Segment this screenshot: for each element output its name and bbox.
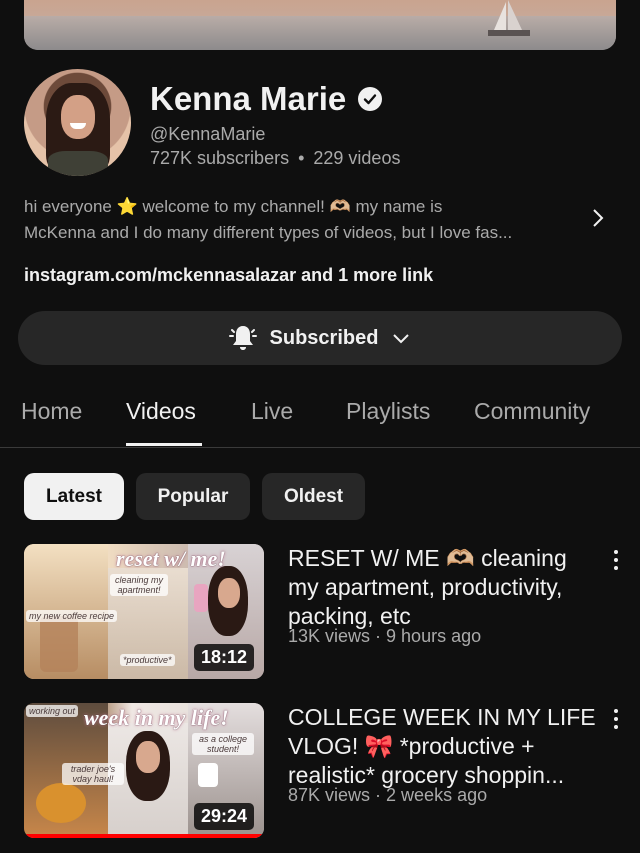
more-options-icon[interactable] <box>610 709 622 735</box>
video-title[interactable]: COLLEGE WEEK IN MY LIFE VLOG! 🎀 *product… <box>288 703 598 790</box>
channel-avatar[interactable] <box>24 69 131 176</box>
thumbnail-tag: my new coffee recipe <box>26 610 118 622</box>
thumbnail-tag: trader joe's vday haul! <box>62 763 124 785</box>
channel-banner[interactable] <box>24 0 616 50</box>
thumbnail-tag: cleaning my apartment! <box>110 574 168 596</box>
thumbnail-title: week in my life! <box>84 705 229 730</box>
stats-separator: • <box>298 148 305 168</box>
more-options-icon[interactable] <box>610 550 622 576</box>
video-meta: 87K views · 2 weeks ago <box>288 785 488 805</box>
description-line-1: hi everyone ⭐ welcome to my channel! 🫶🏼 … <box>24 197 443 216</box>
active-tab-indicator <box>126 443 202 446</box>
tab-videos[interactable]: Videos <box>126 398 196 425</box>
video-title[interactable]: RESET W/ ME 🫶🏼 cleaning my apartment, pr… <box>288 544 588 631</box>
tab-community[interactable]: Community <box>474 398 590 425</box>
channel-handle: @KennaMarie <box>150 124 266 144</box>
description-line-2: McKenna and I do many different types of… <box>24 223 513 242</box>
filter-oldest[interactable]: Oldest <box>262 473 365 520</box>
channel-links[interactable]: instagram.com/mckennasalazar and 1 more … <box>24 265 433 286</box>
thumbnail-tag: working out <box>26 705 79 717</box>
subscribed-button[interactable]: Subscribed <box>18 311 622 365</box>
verified-badge-icon <box>358 87 383 111</box>
chevron-down-icon <box>393 334 410 344</box>
thumbnail-title: reset w/ me! <box>116 546 226 571</box>
video-count: 229 videos <box>313 148 401 168</box>
video-duration: 29:24 <box>193 803 254 830</box>
tab-home[interactable]: Home <box>21 398 82 425</box>
video-item[interactable]: reset w/ me! cleaning my apartment! my n… <box>0 544 640 682</box>
video-meta: 13K views · 9 hours ago <box>288 626 482 646</box>
video-thumbnail[interactable]: reset w/ me! cleaning my apartment! my n… <box>24 544 264 679</box>
subscribed-label: Subscribed <box>269 326 379 349</box>
filter-popular[interactable]: Popular <box>136 473 250 520</box>
thumbnail-tag: *productive* <box>120 654 175 666</box>
channel-description[interactable]: hi everyone ⭐ welcome to my channel! 🫶🏼 … <box>24 194 584 246</box>
bell-icon <box>228 326 257 350</box>
channel-name-row: Kenna Marie <box>150 80 383 118</box>
thumbnail-tag: as a college student! <box>192 733 254 755</box>
video-thumbnail[interactable]: week in my life! working out as a colleg… <box>24 703 264 838</box>
chevron-right-icon[interactable] <box>588 205 608 231</box>
channel-stats: 727K subscribers • 229 videos <box>150 148 400 169</box>
tab-playlists[interactable]: Playlists <box>346 398 430 425</box>
video-duration: 18:12 <box>193 644 254 671</box>
filter-latest[interactable]: Latest <box>24 473 124 520</box>
video-item[interactable]: week in my life! working out as a colleg… <box>0 703 640 841</box>
watch-progress-bar <box>24 834 264 838</box>
subscriber-count: 727K subscribers <box>150 148 290 168</box>
channel-tabs: Home Videos Live Playlists Community <box>0 380 640 448</box>
tab-live[interactable]: Live <box>251 398 293 425</box>
channel-name: Kenna Marie <box>150 80 347 117</box>
sailboat-image <box>488 0 530 36</box>
